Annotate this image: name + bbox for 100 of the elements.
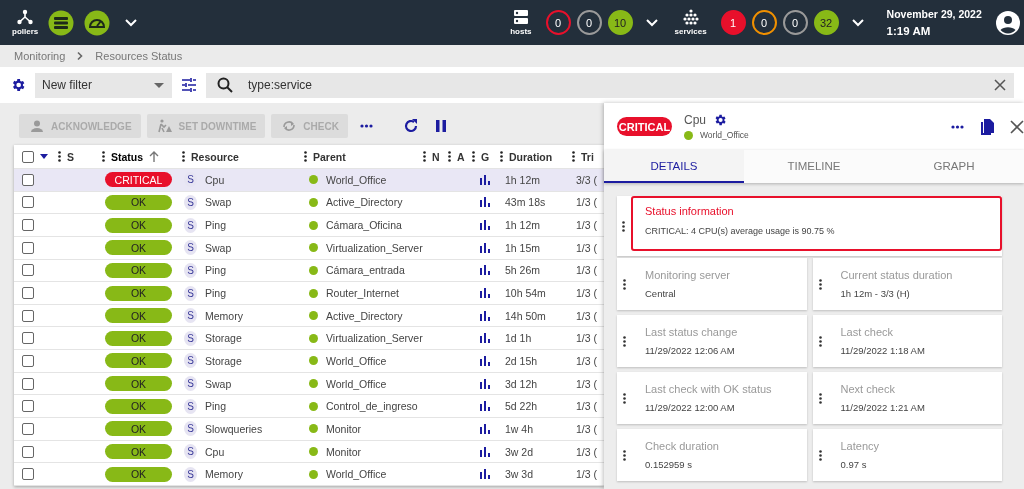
resource-name[interactable]: Ping xyxy=(205,219,226,232)
detail-value: 0.97 s xyxy=(840,459,868,470)
panel-tab[interactable]: TIMELINE xyxy=(744,150,884,183)
duration-text: 5d 22h xyxy=(505,400,538,413)
table-row[interactable]: CRITICAL S Cpu World_Office 1h 12m 3/3 ( xyxy=(14,169,604,192)
status-label: OK xyxy=(105,308,172,324)
column-header[interactable]: Status xyxy=(111,150,144,163)
resource-name[interactable]: Storage xyxy=(205,354,242,367)
parent-name[interactable]: World_Office xyxy=(326,173,387,186)
resource-name[interactable]: Swap xyxy=(205,377,232,390)
table-row[interactable]: OK S Ping Router_Internet 10h 54m 1/3 ( xyxy=(14,282,604,305)
status-label: OK xyxy=(105,376,172,392)
tries-text: 1/3 ( xyxy=(576,332,597,345)
table-row[interactable]: OK S Memory World_Office 3w 3d 1/3 ( xyxy=(14,463,604,486)
parent-name[interactable]: World_Office xyxy=(326,354,387,367)
breadcrumb-link[interactable]: Monitoring xyxy=(14,50,66,62)
breadcrumb-link[interactable]: Resources Status xyxy=(95,50,183,62)
tries-text: 1/3 ( xyxy=(576,422,597,435)
table-row[interactable]: OK S Swap Active_Directory 43m 18s 1/3 ( xyxy=(14,191,604,215)
parent-name[interactable]: Active_Directory xyxy=(326,196,403,209)
parent-name[interactable]: Cámara_entrada xyxy=(326,264,405,277)
parent-name[interactable]: Router_Internet xyxy=(326,287,399,299)
tries-text: 1/3 ( xyxy=(576,445,597,458)
parent-name[interactable]: Virtualization_Server xyxy=(326,332,423,345)
detail-value: 11/29/2022 1:21 AM xyxy=(840,402,925,413)
detail-label: Check duration xyxy=(645,440,719,452)
resource-name[interactable]: Storage xyxy=(205,332,242,345)
column-header[interactable]: S xyxy=(67,150,74,163)
type-avatar: S xyxy=(184,466,197,482)
resource-name[interactable]: Ping xyxy=(205,264,226,277)
resource-name[interactable]: Ping xyxy=(205,400,226,413)
duration-text: 1h 12m xyxy=(505,173,541,186)
resource-name[interactable]: Swap xyxy=(205,196,232,209)
type-avatar: S xyxy=(184,376,197,392)
resource-name[interactable]: Cpu xyxy=(205,445,225,458)
table-row[interactable]: OK S Swap Virtualization_Server 1h 15m 1/3 ( xyxy=(14,236,604,260)
panel-tab[interactable]: GRAPH xyxy=(884,150,1024,183)
table-row[interactable]: OK S Storage Virtualization_Server 1d 1h 1/3 ( xyxy=(14,327,604,351)
type-avatar: S xyxy=(184,353,197,369)
type-avatar: S xyxy=(184,262,197,278)
parent-name[interactable]: World_Office xyxy=(326,468,387,481)
column-header[interactable]: N xyxy=(432,150,440,163)
table-row[interactable]: OK S Ping Cámara_Oficina 1h 12m 1/3 ( xyxy=(14,214,604,237)
resource-name[interactable]: Swap xyxy=(205,241,232,254)
parent-name[interactable]: Virtualization_Server xyxy=(326,241,423,254)
resource-name[interactable]: Memory xyxy=(205,468,243,481)
resource-name[interactable]: Memory xyxy=(205,309,243,322)
duration-text: 5h 26m xyxy=(505,264,541,277)
resource-name[interactable]: Slowqueries xyxy=(205,422,263,435)
table-row[interactable]: OK S Ping Cámara_entrada 5h 26m 1/3 ( xyxy=(14,259,604,283)
status-counter[interactable]: 32 xyxy=(813,10,839,35)
duration-text: 1h 15m xyxy=(505,241,541,254)
parent-name[interactable]: Active_Directory xyxy=(326,309,403,322)
time-text: 1:19 AM xyxy=(886,25,932,37)
panel-tab[interactable]: DETAILS xyxy=(604,150,744,183)
status-title: Status information xyxy=(645,205,735,217)
status-counter[interactable]: 0 xyxy=(751,10,777,35)
status-label: OK xyxy=(105,285,172,301)
parent-name[interactable]: World_Office xyxy=(326,377,387,390)
resource-title: Cpu xyxy=(684,113,706,127)
parent-name[interactable]: Cámara_Oficina xyxy=(326,219,402,232)
status-counter[interactable]: 10 xyxy=(607,10,633,35)
column-header[interactable]: A xyxy=(457,150,465,163)
parent-name[interactable]: Control_de_ingreso xyxy=(326,400,418,413)
tries-text: 3/3 ( xyxy=(576,173,597,186)
parent-name[interactable]: Monitor xyxy=(326,445,361,458)
status-label: OK xyxy=(105,466,172,482)
search-bar[interactable]: type:service xyxy=(206,72,1014,98)
status-output: CRITICAL: 4 CPU(s) average usage is 90.75 % xyxy=(645,226,836,236)
detail-value: 0.152959 s xyxy=(645,459,693,470)
parent-name[interactable]: Monitor xyxy=(326,422,361,435)
column-header[interactable]: Parent xyxy=(313,150,346,163)
detail-label: Last check xyxy=(840,326,895,338)
hosts-label: hosts xyxy=(510,27,532,36)
status-label: OK xyxy=(105,217,172,233)
table-row[interactable]: OK S Ping Control_de_ingreso 5d 22h 1/3 ( xyxy=(14,395,604,419)
resource-name[interactable]: Cpu xyxy=(205,173,225,186)
status-label: CRITICAL xyxy=(617,117,672,136)
table-row[interactable]: OK S Storage World_Office 2d 15h 1/3 ( xyxy=(14,350,604,373)
search-field[interactable]: type:service xyxy=(246,77,994,93)
filter-select[interactable]: New filter xyxy=(35,72,172,98)
table-row[interactable]: OK S Swap World_Office 3d 12h 1/3 ( xyxy=(14,372,604,396)
status-counter[interactable]: 0 xyxy=(545,10,571,35)
column-header[interactable]: Duration xyxy=(509,150,553,163)
resource-name[interactable]: Ping xyxy=(205,287,226,299)
column-header[interactable]: Resource xyxy=(191,150,239,163)
column-header[interactable]: Tri xyxy=(581,150,594,163)
status-counter[interactable]: 1 xyxy=(720,10,746,35)
table-row[interactable]: OK S Slowqueries Monitor 1w 4h 1/3 ( xyxy=(14,418,604,441)
status-label: OK xyxy=(105,421,172,437)
status-counter[interactable]: 0 xyxy=(576,10,602,35)
column-header[interactable]: G xyxy=(481,150,490,163)
type-avatar: S xyxy=(184,285,197,301)
duration-text: 43m 18s xyxy=(505,196,546,209)
parent-link[interactable]: World_Office xyxy=(700,130,749,140)
table-row[interactable]: OK S Cpu Monitor 3w 2d 1/3 ( xyxy=(14,440,604,464)
table-row[interactable]: OK S Memory Active_Directory 14h 50m 1/3 ( xyxy=(14,304,604,328)
status-counter[interactable]: 0 xyxy=(782,10,808,35)
type-avatar: S xyxy=(184,398,197,414)
detail-value: Central xyxy=(645,288,677,299)
